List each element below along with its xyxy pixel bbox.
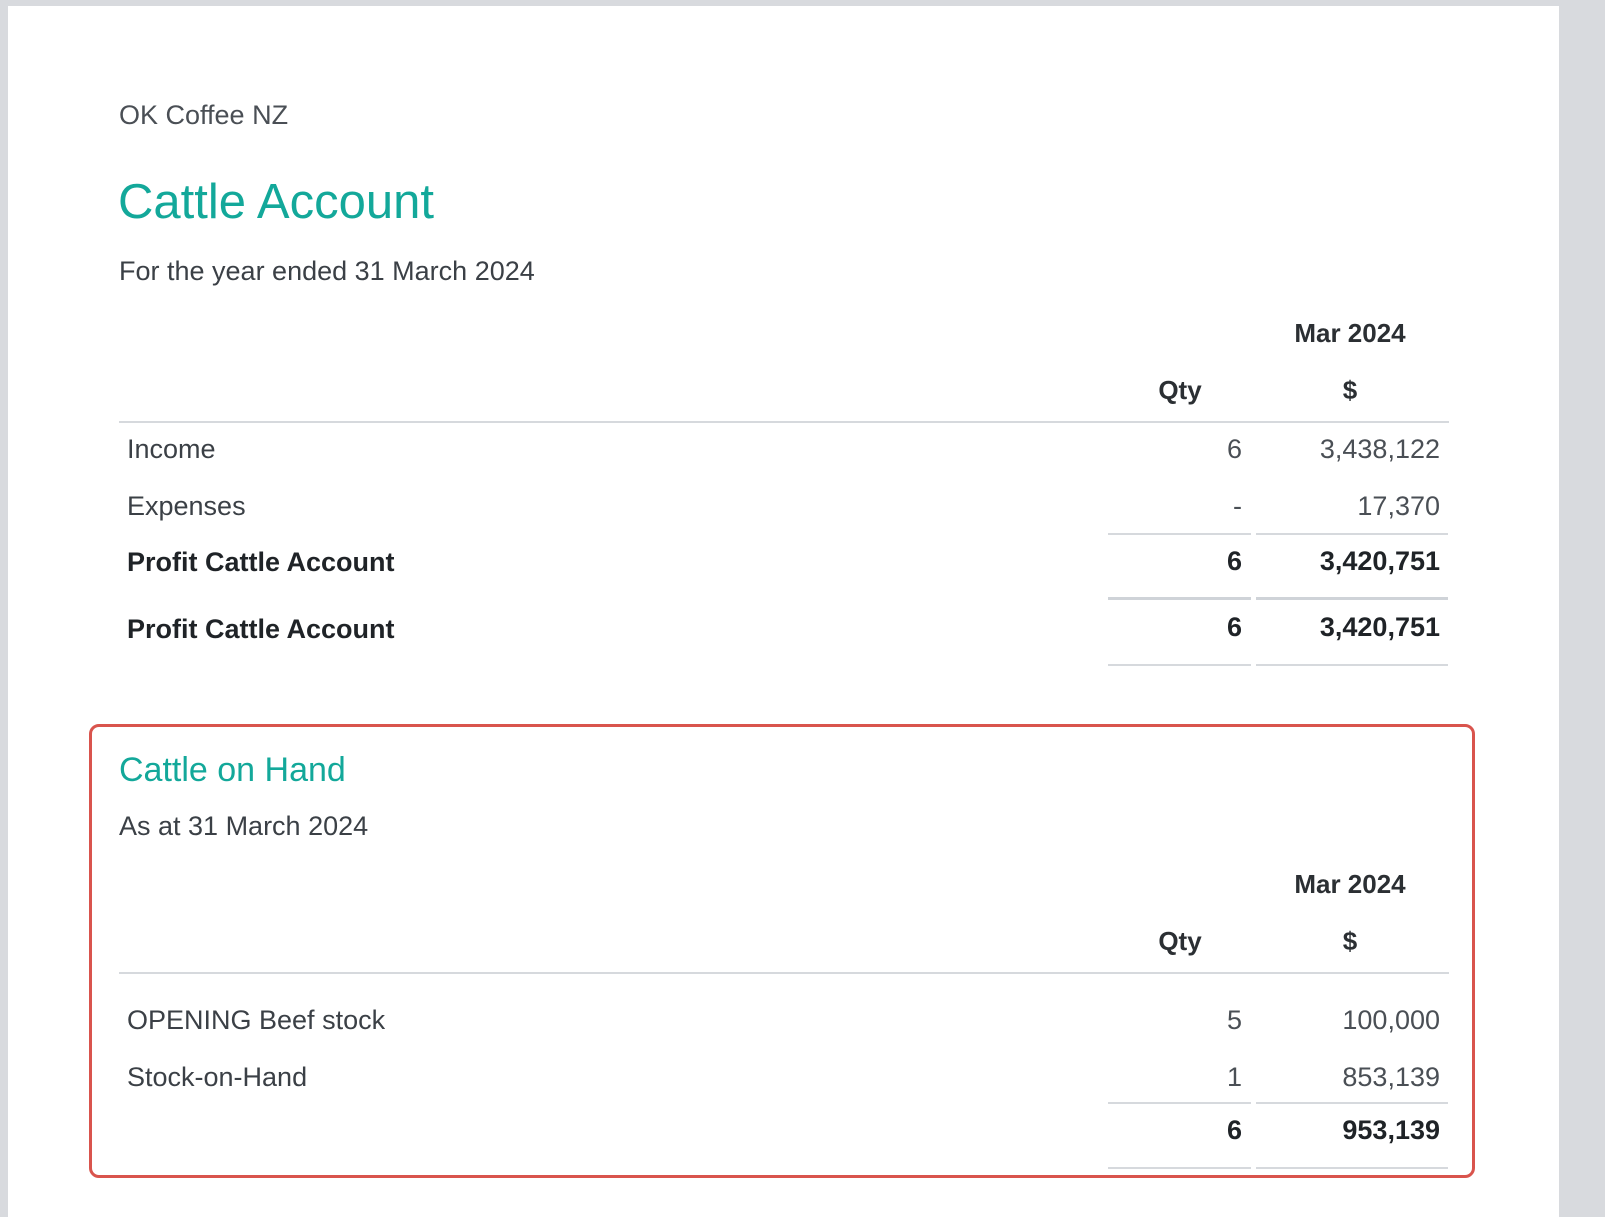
bottom-rule-amount [1256,1167,1448,1169]
row-amount-profit: 3,420,751 [1319,546,1440,576]
total-rule-amount [1256,597,1448,600]
subtotal-rule-qty [1108,533,1251,535]
row-label-expenses: Expenses [127,491,246,521]
bottom-rule-qty [1108,1167,1251,1169]
total-amount: 953,139 [1342,1115,1440,1145]
subtotal-rule-amount [1256,1102,1448,1104]
row-qty-expenses: - [1233,491,1242,521]
header-divider [119,421,1449,423]
section-subtitle: As at 31 March 2024 [119,811,369,841]
total-amount-profit: 3,420,751 [1319,612,1440,642]
total-qty-profit: 6 [1226,612,1242,642]
row-amount-income: 3,438,122 [1319,434,1440,464]
report-page: OK Coffee NZ Cattle Account For the year… [8,6,1559,1217]
total-rule-qty [1108,597,1251,600]
qty-header: Qty [1158,375,1202,405]
report-subtitle: For the year ended 31 March 2024 [119,256,535,286]
row-amount-stock-on-hand: 853,139 [1342,1062,1440,1092]
report-title: Cattle Account [118,175,434,229]
row-amount-opening-beef-stock: 100,000 [1342,1005,1440,1035]
row-label-income: Income [127,434,216,464]
bottom-rule-amount [1256,664,1448,666]
amount-header: $ [1342,375,1358,405]
row-label-stock-on-hand: Stock-on-Hand [127,1062,308,1092]
highlight-box [89,724,1475,1178]
row-qty-income: 6 [1226,434,1242,464]
section-title: Cattle on Hand [119,751,346,789]
bottom-rule-qty [1108,664,1251,666]
period-header: Mar 2024 [1294,318,1406,348]
organisation-name: OK Coffee NZ [119,100,289,130]
row-qty-stock-on-hand: 1 [1226,1062,1242,1092]
row-label-profit: Profit Cattle Account [127,547,395,577]
total-label-profit: Profit Cattle Account [127,614,395,644]
subtotal-rule-qty [1108,1102,1251,1104]
header-divider [119,972,1449,974]
row-amount-expenses: 17,370 [1357,491,1440,521]
total-qty: 6 [1226,1115,1242,1145]
row-label-opening-beef-stock: OPENING Beef stock [127,1005,386,1035]
qty-header: Qty [1158,926,1202,956]
subtotal-rule-amount [1256,533,1448,535]
amount-header: $ [1342,926,1358,956]
period-header: Mar 2024 [1294,869,1406,899]
row-qty-profit: 6 [1226,546,1242,576]
row-qty-opening-beef-stock: 5 [1226,1005,1242,1035]
